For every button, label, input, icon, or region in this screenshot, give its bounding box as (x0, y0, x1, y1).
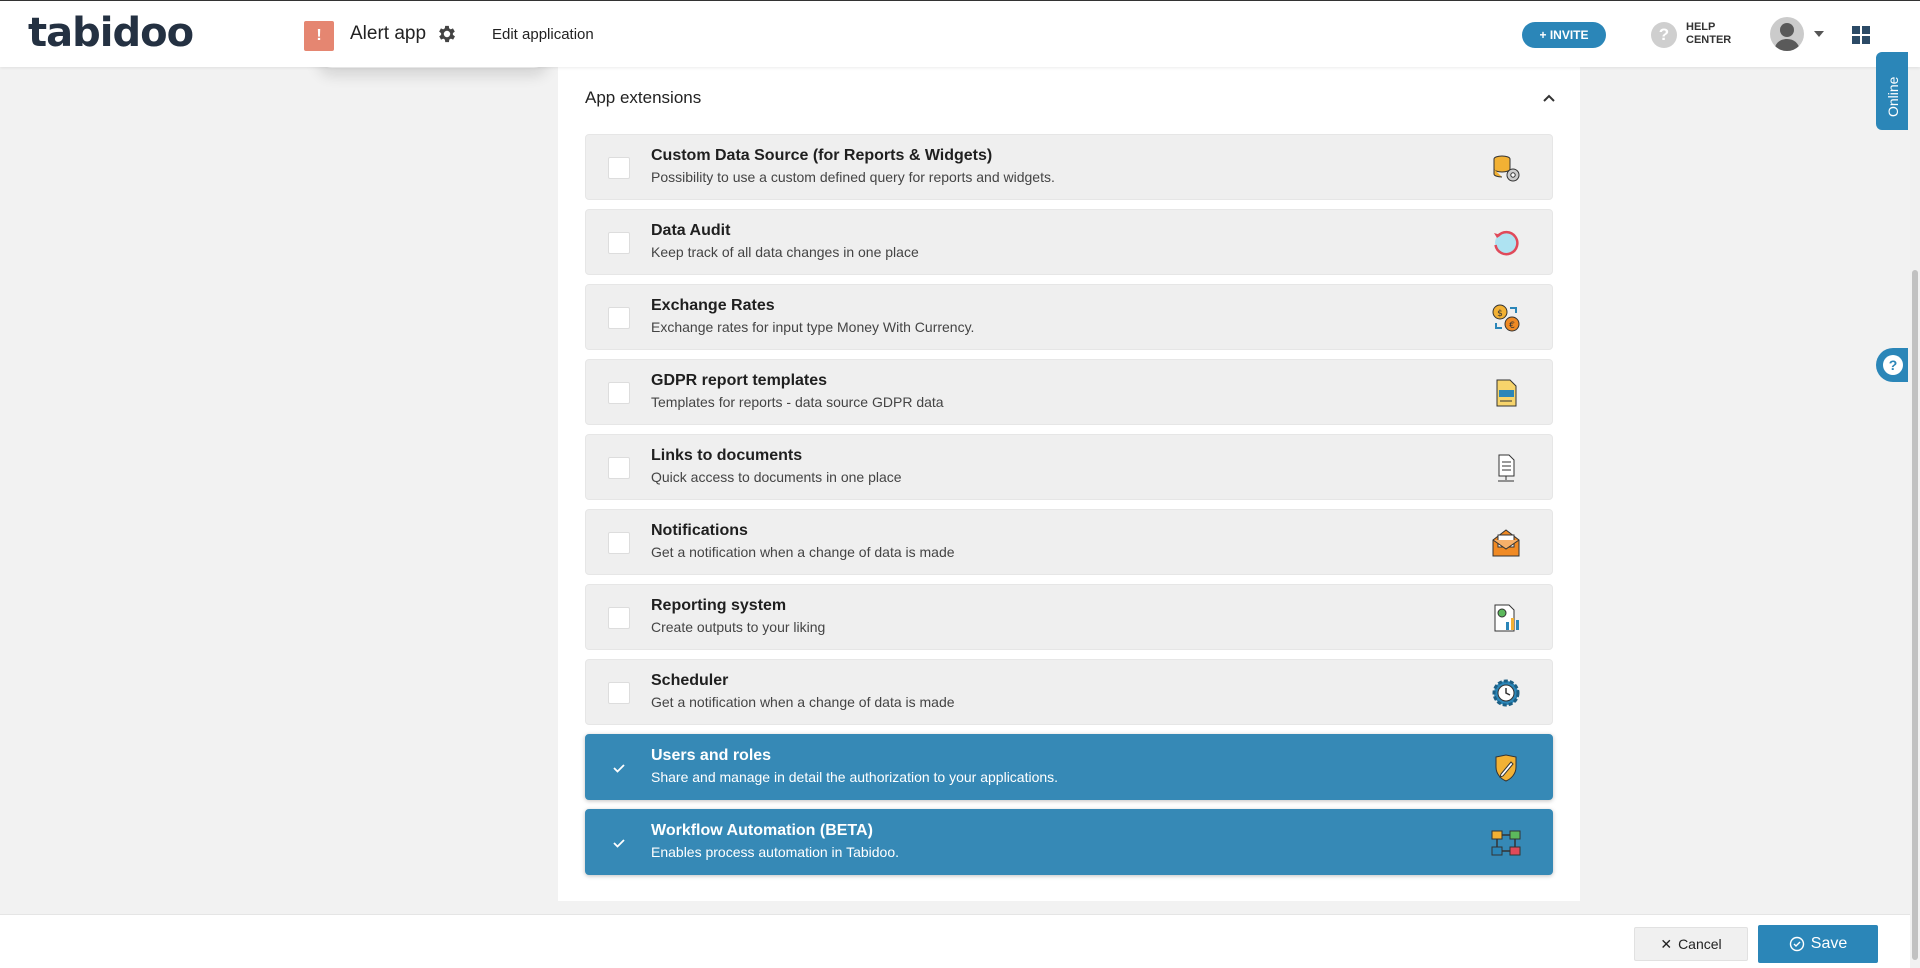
extension-item-scheduler[interactable]: Scheduler Get a notification when a chan… (585, 659, 1553, 725)
user-silhouette-icon (1774, 23, 1800, 51)
extension-name: Reporting system (651, 597, 787, 614)
extension-item-notifications[interactable]: Notifications Get a notification when a … (585, 509, 1553, 575)
help-center-link[interactable]: HELP CENTER (1686, 21, 1731, 47)
extension-description: Possibility to use a custom defined quer… (651, 169, 1055, 185)
extension-item-custom-data-source[interactable]: Custom Data Source (for Reports & Widget… (585, 134, 1553, 200)
extension-description: Exchange rates for input type Money With… (651, 319, 975, 335)
check-icon (613, 839, 625, 848)
extension-item-reporting-system[interactable]: Reporting system Create outputs to your … (585, 584, 1553, 650)
svg-text:€: € (1509, 321, 1515, 331)
extension-checkbox[interactable] (608, 232, 630, 254)
extension-item-workflow-automation[interactable]: Workflow Automation (BETA) Enables proce… (585, 809, 1553, 875)
audit-history-icon (1494, 230, 1519, 256)
document-link-icon (1498, 454, 1515, 482)
scrollbar-thumb[interactable] (1912, 270, 1918, 960)
app-badge: ! (304, 21, 334, 51)
action-bar: ✕ Cancel Save (0, 914, 1910, 968)
extension-name: Users and roles (651, 747, 772, 764)
app-name[interactable]: Alert app (350, 23, 426, 45)
check-icon (613, 764, 625, 773)
edit-application-link[interactable]: Edit application (492, 26, 594, 43)
extension-name: Data Audit (651, 222, 731, 239)
extension-name: Links to documents (651, 447, 803, 464)
extension-checkbox[interactable] (608, 607, 630, 629)
extension-description: Enables process automation in Tabidoo. (651, 844, 900, 860)
extension-checkbox[interactable] (608, 382, 630, 404)
extension-item-links-to-documents[interactable]: Links to documents Quick access to docum… (585, 434, 1553, 500)
chevron-up-icon[interactable] (1541, 90, 1557, 106)
extension-description: Templates for reports - data source GDPR… (651, 394, 944, 410)
extension-name: Scheduler (651, 672, 729, 689)
extension-item-data-audit[interactable]: Data Audit Keep track of all data change… (585, 209, 1553, 275)
extension-name: Exchange Rates (651, 297, 775, 314)
svg-text:$: $ (1497, 309, 1503, 319)
extension-description: Create outputs to your liking (651, 619, 826, 635)
extension-checkbox[interactable] (608, 682, 630, 704)
extension-item-exchange-rates[interactable]: Exchange Rates Exchange rates for input … (585, 284, 1553, 350)
extension-checkbox[interactable] (608, 457, 630, 479)
gear-icon[interactable] (436, 23, 458, 45)
help-float-button[interactable]: ? (1876, 348, 1908, 382)
avatar[interactable] (1770, 17, 1804, 51)
chevron-down-icon[interactable] (1814, 31, 1824, 37)
cancel-button[interactable]: ✕ Cancel (1634, 927, 1748, 961)
database-gear-icon (1493, 155, 1520, 182)
extension-checkbox[interactable] (608, 307, 630, 329)
extension-name: Notifications (651, 522, 748, 539)
check-circle-icon (1789, 936, 1804, 952)
save-button[interactable]: Save (1758, 925, 1878, 963)
extension-checkbox-checked[interactable] (608, 757, 630, 779)
extension-description: Get a notification when a change of data… (651, 694, 955, 710)
question-icon: ? (1883, 355, 1903, 375)
extension-description: Share and manage in detail the authoriza… (651, 769, 1059, 785)
gear-clock-icon (1492, 679, 1520, 707)
report-chart-icon (1494, 604, 1519, 632)
envelope-bell-icon (1492, 529, 1520, 557)
invite-button[interactable]: + INVITE (1522, 22, 1606, 48)
tabidoo-logo[interactable]: tabidoo (28, 13, 194, 53)
settings-panel: App extensions Custom Data Source (for R… (558, 66, 1580, 901)
extension-description: Quick access to documents in one place (651, 469, 902, 485)
gdpr-document-icon (1496, 379, 1517, 407)
extension-description: Get a notification when a change of data… (651, 544, 955, 560)
extension-checkbox[interactable] (608, 532, 630, 554)
extension-checkbox-checked[interactable] (608, 832, 630, 854)
help-circle-icon[interactable]: ? (1651, 22, 1677, 48)
extension-name: Custom Data Source (for Reports & Widget… (651, 147, 993, 164)
close-icon: ✕ (1660, 935, 1673, 952)
extension-checkbox[interactable] (608, 157, 630, 179)
top-bar: tabidoo ! Alert app Edit application + I… (0, 0, 1920, 67)
extension-description: Keep track of all data changes in one pl… (651, 244, 919, 260)
currency-exchange-icon: $ € (1492, 304, 1520, 332)
shield-pencil-icon (1495, 754, 1517, 782)
apps-grid-icon[interactable] (1852, 26, 1870, 44)
workflow-icon (1491, 830, 1521, 856)
extension-list: Custom Data Source (for Reports & Widget… (585, 134, 1553, 884)
page-scrollbar[interactable] (1910, 0, 1920, 968)
extension-item-users-and-roles[interactable]: Users and roles Share and manage in deta… (585, 734, 1553, 800)
online-status-tab[interactable]: Online (1876, 52, 1908, 130)
extension-name: GDPR report templates (651, 372, 828, 389)
extension-name: Workflow Automation (BETA) (651, 822, 873, 839)
extension-item-gdpr-templates[interactable]: GDPR report templates Templates for repo… (585, 359, 1553, 425)
section-title: App extensions (585, 88, 702, 107)
